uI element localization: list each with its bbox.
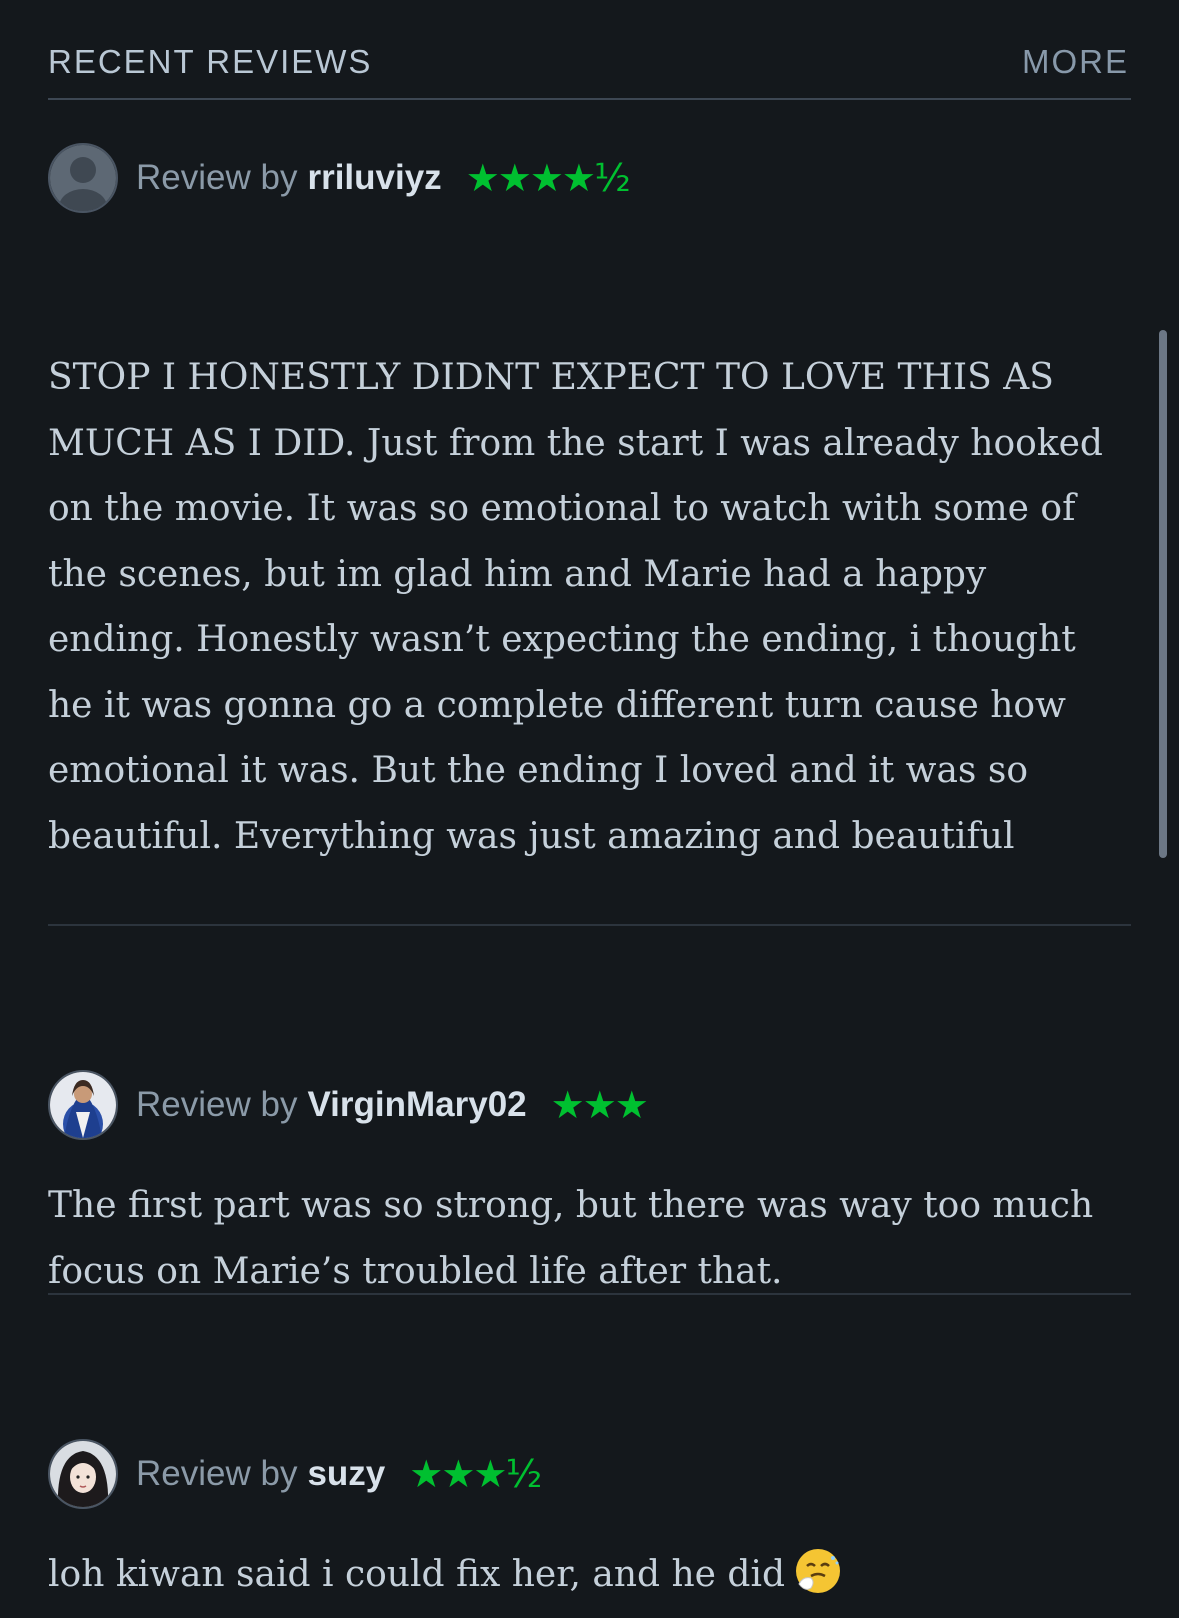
scrollbar[interactable]: [1159, 330, 1167, 858]
user-avatar[interactable]: [48, 1439, 118, 1509]
review-by-label: Review by: [136, 158, 298, 197]
review-by-label: Review by: [136, 1454, 298, 1493]
default-avatar-icon[interactable]: [48, 143, 118, 213]
star-rating: ★★★: [550, 1083, 649, 1127]
reviewer-username[interactable]: suzy: [307, 1454, 385, 1494]
review-divider: [48, 924, 1131, 926]
user-avatar[interactable]: [48, 1070, 118, 1140]
section-header: RECENT REVIEWS MORE: [48, 0, 1131, 100]
review-divider: [48, 1293, 1131, 1295]
reviewer-username[interactable]: VirginMary02: [307, 1085, 526, 1125]
star-rating: ★★★★½: [465, 156, 631, 200]
review-text-container[interactable]: loh kiwan said i could fix her, and he d…: [48, 1542, 1123, 1608]
reviewer-username[interactable]: rriluviyz: [307, 158, 441, 198]
section-title: RECENT REVIEWS: [48, 43, 373, 80]
review-header: Review by VirginMary02 ★★★: [48, 1069, 649, 1141]
review-header: Review by rriluviyz ★★★★½: [48, 142, 631, 214]
star-rating: ★★★½: [409, 1452, 542, 1496]
recent-reviews-section: RECENT REVIEWS MORE Review by rriluviyz …: [48, 0, 1131, 1595]
review-text: loh kiwan said i could fix her, and he d…: [48, 1554, 786, 1595]
sneezing-face-emoji-icon: [793, 1546, 843, 1596]
review-by-label: Review by: [136, 1085, 298, 1124]
more-link[interactable]: MORE: [1022, 42, 1129, 82]
review-text[interactable]: STOP I HONESTLY DIDNT EXPECT TO LOVE THI…: [48, 345, 1123, 869]
review-header: Review by suzy ★★★½: [48, 1438, 542, 1510]
review-text[interactable]: The first part was so strong, but there …: [48, 1173, 1123, 1304]
